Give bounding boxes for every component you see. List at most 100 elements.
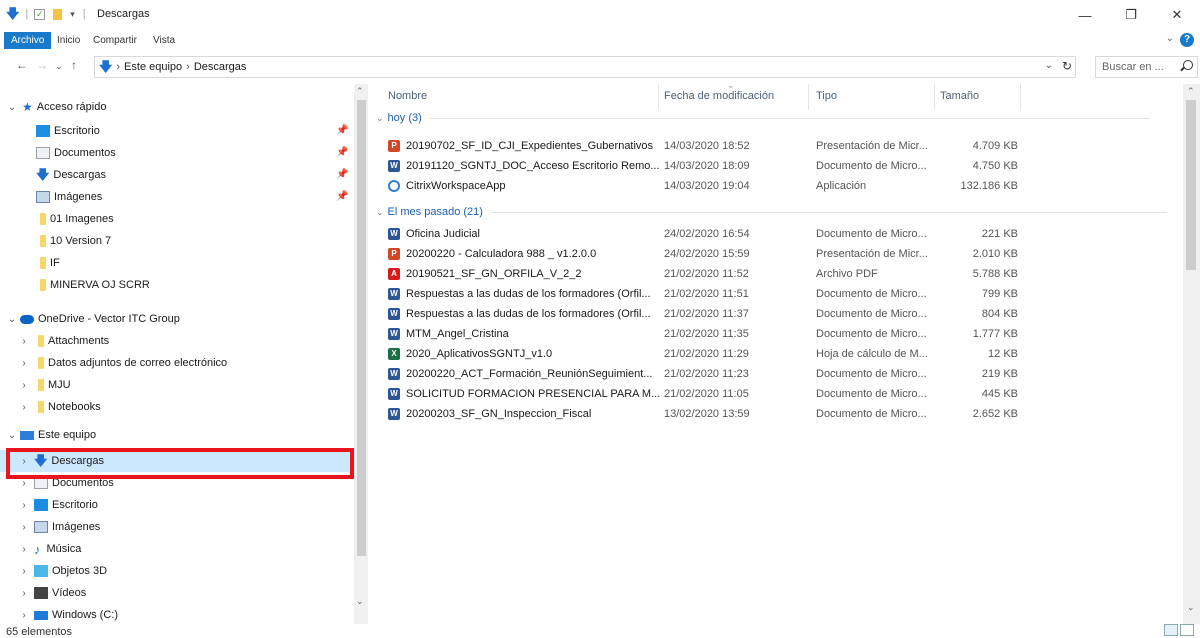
pin-icon[interactable]: 📌 bbox=[336, 125, 348, 136]
pin-icon[interactable]: 📌 bbox=[336, 147, 348, 158]
nav-item-imagenes[interactable]: Imágenes bbox=[0, 186, 352, 208]
tab-vista[interactable]: Vista bbox=[146, 32, 182, 49]
close-button[interactable]: ✕ bbox=[1154, 0, 1200, 30]
file-row[interactable]: X 2020_AplicativosSGNTJ_v1.0 21/02/2020 … bbox=[386, 346, 1020, 364]
nav-item-attachments[interactable]: › Attachments bbox=[0, 330, 352, 352]
group-header-mes-pasado[interactable]: ⌄ El mes pasado (21) bbox=[372, 206, 1167, 218]
file-row[interactable]: W 20191120_SGNTJ_DOC_Acceso Escritorio R… bbox=[386, 158, 1020, 176]
nav-onedrive[interactable]: ⌄ OneDrive - Vector ITC Group bbox=[0, 308, 352, 330]
minimize-button[interactable]: — bbox=[1062, 0, 1108, 30]
scroll-down-icon[interactable]: ⌄ bbox=[1187, 602, 1195, 613]
word-file-icon: W bbox=[388, 328, 400, 340]
chevron-right-icon[interactable]: › bbox=[18, 358, 30, 369]
file-row[interactable]: W 20200203_SF_GN_Inspeccion_Fiscal 13/02… bbox=[386, 406, 1020, 424]
column-separator[interactable] bbox=[934, 84, 935, 110]
scroll-down-icon[interactable]: ⌄ bbox=[356, 596, 364, 607]
nav-item-datos-adjuntos[interactable]: › Datos adjuntos de correo electrónico bbox=[0, 352, 352, 374]
chevron-right-icon[interactable]: › bbox=[18, 478, 30, 489]
file-row[interactable]: W MTM_Angel_Cristina 21/02/2020 11:35 Do… bbox=[386, 326, 1020, 344]
chevron-down-icon[interactable]: ⌄ bbox=[376, 207, 384, 218]
chevron-right-icon[interactable]: › bbox=[18, 380, 30, 391]
nav-item-mju[interactable]: › MJU bbox=[0, 374, 352, 396]
file-row[interactable]: CitrixWorkspaceApp 14/03/2020 19:04 Apli… bbox=[386, 178, 1020, 196]
scroll-up-icon[interactable]: ⌃ bbox=[1187, 86, 1195, 97]
maximize-button[interactable]: ❐ bbox=[1108, 0, 1154, 30]
nav-quick-access[interactable]: ⌄ ★ Acceso rápido bbox=[0, 96, 352, 118]
properties-icon[interactable]: ✓ bbox=[34, 8, 46, 20]
breadcrumb-descargas[interactable]: Descargas bbox=[194, 61, 247, 73]
help-icon[interactable]: ? bbox=[1180, 33, 1194, 47]
tab-archivo[interactable]: Archivo bbox=[4, 32, 52, 49]
address-dropdown-icon[interactable]: ⌄ bbox=[1045, 60, 1053, 71]
column-separator[interactable] bbox=[658, 84, 659, 110]
chevron-down-icon[interactable]: ⌄ bbox=[6, 430, 18, 441]
view-switcher bbox=[1164, 624, 1194, 636]
nav-item-pc-musica[interactable]: › ♪ Música bbox=[0, 538, 352, 560]
nav-item-10-version-7[interactable]: 10 Version 7 bbox=[0, 230, 352, 252]
column-header-name[interactable]: Nombre bbox=[388, 90, 427, 102]
nav-item-pc-windows-c[interactable]: › Windows (C:) bbox=[0, 604, 352, 624]
address-bar[interactable]: 🡇 › Este equipo › Descargas ⌄ bbox=[94, 56, 1076, 78]
powerpoint-file-icon: P bbox=[388, 248, 400, 260]
column-header-type[interactable]: Tipo bbox=[816, 90, 837, 102]
nav-item-01-imagenes[interactable]: 01 Imagenes bbox=[0, 208, 352, 230]
column-header-size[interactable]: Tamaño bbox=[940, 90, 979, 102]
chevron-right-icon[interactable]: › bbox=[18, 566, 30, 577]
nav-item-if[interactable]: IF bbox=[0, 252, 352, 274]
nav-item-pc-imagenes[interactable]: › Imágenes bbox=[0, 516, 352, 538]
refresh-icon[interactable]: ↻ bbox=[1062, 59, 1072, 73]
column-separator[interactable] bbox=[1020, 84, 1021, 110]
nav-item-escritorio[interactable]: Escritorio bbox=[0, 120, 352, 142]
tab-compartir[interactable]: Compartir bbox=[86, 32, 144, 49]
file-row[interactable]: P 20200220 - Calculadora 988 _ v1.2.0.0 … bbox=[386, 246, 1020, 264]
expand-ribbon-icon[interactable]: ⌄ bbox=[1166, 33, 1174, 44]
file-type: Documento de Micro... bbox=[816, 368, 927, 380]
up-button[interactable]: ↑ bbox=[71, 58, 77, 72]
chevron-down-icon[interactable]: ⌄ bbox=[376, 113, 384, 124]
file-row[interactable]: W SOLICITUD FORMACION PRESENCIAL PARA M.… bbox=[386, 386, 1020, 404]
nav-item-minerva[interactable]: MINERVA OJ SCRR bbox=[0, 274, 352, 296]
file-row[interactable]: W 20200220_ACT_Formación_ReuniónSeguimie… bbox=[386, 366, 1020, 384]
forward-button[interactable]: → bbox=[36, 58, 48, 72]
pin-icon[interactable]: 📌 bbox=[336, 191, 348, 202]
customize-toolbar-icon[interactable]: ▾ bbox=[70, 9, 75, 20]
nav-scrollbar-thumb[interactable] bbox=[357, 100, 366, 556]
nav-item-descargas[interactable]: 🡇 Descargas bbox=[0, 164, 352, 186]
chevron-right-icon[interactable]: › bbox=[18, 588, 30, 599]
nav-item-pc-videos[interactable]: › Vídeos bbox=[0, 582, 352, 604]
large-icons-view-icon[interactable] bbox=[1180, 624, 1194, 636]
file-row[interactable]: W Respuestas a las dudas de los formador… bbox=[386, 306, 1020, 324]
nav-item-documentos[interactable]: Documentos bbox=[0, 142, 352, 164]
chevron-right-icon[interactable]: › bbox=[18, 522, 30, 533]
breadcrumb-este-equipo[interactable]: Este equipo bbox=[124, 61, 182, 73]
back-button[interactable]: ← bbox=[16, 58, 28, 72]
search-input[interactable]: Buscar en ... bbox=[1095, 56, 1198, 78]
nav-item-pc-escritorio[interactable]: › Escritorio bbox=[0, 494, 352, 516]
chevron-right-icon[interactable]: › bbox=[18, 544, 30, 555]
content-scrollbar-thumb[interactable] bbox=[1186, 100, 1196, 270]
chevron-down-icon[interactable]: ⌄ bbox=[6, 314, 18, 325]
chevron-down-icon[interactable]: ⌄ bbox=[6, 102, 18, 113]
group-header-hoy[interactable]: ⌄ hoy (3) bbox=[372, 112, 1150, 124]
nav-item-notebooks[interactable]: › Notebooks bbox=[0, 396, 352, 418]
file-name: 20200220_ACT_Formación_ReuniónSeguimient… bbox=[406, 368, 653, 380]
chevron-right-icon[interactable]: › bbox=[18, 500, 30, 511]
details-view-icon[interactable] bbox=[1164, 624, 1178, 636]
file-row[interactable]: W Oficina Judicial 24/02/2020 16:54 Docu… bbox=[386, 226, 1020, 244]
column-separator[interactable] bbox=[808, 84, 809, 110]
chevron-right-icon[interactable]: › bbox=[18, 336, 30, 347]
scroll-up-icon[interactable]: ⌃ bbox=[356, 86, 364, 97]
column-header-date[interactable]: Fecha de modificación bbox=[664, 90, 774, 102]
tab-inicio[interactable]: Inicio bbox=[50, 32, 87, 49]
file-row[interactable]: A 20190521_SF_GN_ORFILA_V_2_2 21/02/2020… bbox=[386, 266, 1020, 284]
nav-this-pc[interactable]: ⌄ Este equipo bbox=[0, 424, 352, 446]
nav-item-pc-objetos-3d[interactable]: › Objetos 3D bbox=[0, 560, 352, 582]
chevron-right-icon[interactable]: › bbox=[18, 402, 30, 413]
pin-icon[interactable]: 📌 bbox=[336, 169, 348, 180]
chevron-right-icon[interactable]: › bbox=[18, 610, 30, 621]
window-title: Descargas bbox=[97, 8, 150, 20]
file-row[interactable]: W Respuestas a las dudas de los formador… bbox=[386, 286, 1020, 304]
file-row[interactable]: P 20190702_SF_ID_CJI_Expedientes_Guberna… bbox=[386, 138, 1020, 156]
new-folder-icon[interactable] bbox=[53, 8, 63, 20]
recent-locations-button[interactable]: ⌄ bbox=[55, 61, 63, 72]
